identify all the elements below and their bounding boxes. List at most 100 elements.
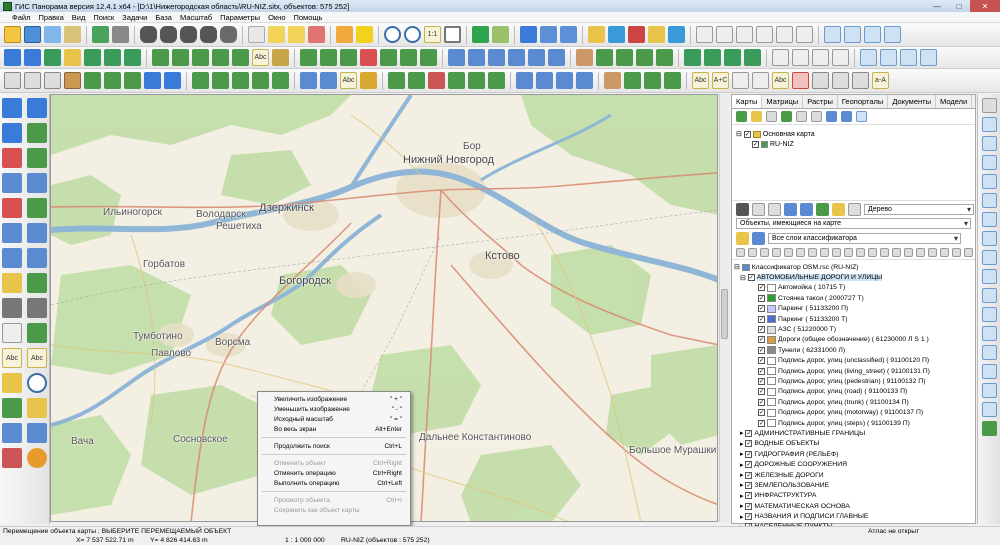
cls-tool-icon[interactable] (856, 248, 865, 257)
grid-tool-icon[interactable] (824, 26, 841, 43)
scale-object-icon[interactable] (340, 49, 357, 66)
binoculars-filter-icon[interactable] (200, 26, 217, 43)
arc-tool-icon[interactable] (796, 26, 813, 43)
legend-settings-icon[interactable] (848, 202, 861, 216)
layer-row-expanded[interactable]: ⊟ ✓ АВТОМОБИЛЬНЫЕ ДОРОГИ И УЛИЦЫ (734, 272, 973, 282)
vertex-icon[interactable] (27, 173, 47, 193)
collapse-icon[interactable]: ⊟ (740, 274, 746, 282)
object-checkbox[interactable]: ✓ (758, 367, 765, 375)
edit-vertex-icon[interactable] (44, 49, 61, 66)
node-icon[interactable] (860, 49, 877, 66)
minimize-button[interactable]: — (926, 0, 948, 12)
left-text2-button[interactable]: Abc (27, 348, 47, 368)
node-split-icon[interactable] (900, 49, 917, 66)
pencil-icon[interactable] (588, 26, 605, 43)
curve-icon[interactable] (772, 49, 789, 66)
convert-icon[interactable] (27, 323, 47, 343)
panel-tool-icon[interactable] (981, 174, 997, 189)
object-checkbox[interactable]: ✓ (758, 315, 765, 323)
cls-tool-icon[interactable] (808, 248, 817, 257)
legend-view-icon[interactable] (736, 202, 749, 216)
pen-icon[interactable] (2, 98, 22, 118)
snap-icon[interactable] (448, 49, 465, 66)
mirror-object-icon[interactable] (320, 49, 337, 66)
clip-icon[interactable] (724, 49, 741, 66)
rectangle-icon[interactable] (212, 72, 229, 89)
text-path-icon[interactable] (732, 72, 749, 89)
rotate-object-icon[interactable] (232, 49, 249, 66)
graph-line-icon[interactable] (300, 72, 317, 89)
layer-checkbox[interactable]: ✓ (745, 481, 753, 489)
layer-checkbox[interactable]: ✓ (745, 429, 753, 437)
text-case-button[interactable]: Abc (772, 72, 789, 89)
map-vertical-scrollbar[interactable] (719, 94, 729, 522)
smooth-icon[interactable] (596, 49, 613, 66)
cross-icon[interactable] (536, 72, 553, 89)
legend-expand-icon[interactable] (784, 202, 797, 216)
select-icon[interactable] (248, 26, 265, 43)
line-tool-icon[interactable] (696, 26, 713, 43)
tab-models[interactable]: Модели (936, 95, 973, 108)
envelope-icon[interactable] (576, 49, 593, 66)
panel-tool-icon[interactable] (981, 345, 997, 360)
layer-row[interactable]: ▸ ✓ ДОРОЖНЫЕ СООРУЖЕНИЯ (734, 459, 973, 469)
split-icon[interactable] (2, 173, 22, 193)
expand-icon[interactable]: ▸ (740, 513, 743, 521)
globe-icon[interactable] (44, 26, 61, 43)
layer-row[interactable]: ▸ ✓ ИНФРАСТРУКТУРА (734, 491, 973, 501)
pin-icon[interactable] (608, 26, 625, 43)
layer-checkbox[interactable]: ✓ (745, 440, 753, 448)
menu-window[interactable]: Окно (264, 12, 289, 23)
ring-icon[interactable] (252, 72, 269, 89)
move-vertex-icon[interactable] (84, 49, 101, 66)
unlink-icon[interactable] (408, 72, 425, 89)
legend-check-icon[interactable] (816, 202, 829, 216)
intersect-icon[interactable] (556, 72, 573, 89)
object-checkbox[interactable]: ✓ (758, 294, 765, 302)
calendar-icon[interactable] (2, 448, 22, 468)
layer-row[interactable]: ▸ ✓ ЗЕМЛЕПОЛЬЗОВАНИЕ (734, 480, 973, 490)
object-row[interactable]: ✓ Подпись дорог, улиц (road) ( 91100133 П… (734, 387, 973, 397)
snap-vertex-icon[interactable] (468, 49, 485, 66)
checkmark-icon[interactable] (472, 26, 489, 43)
object-row[interactable]: ✓ АЗС ( 51220000 Т) (734, 324, 973, 334)
extrude-icon[interactable] (488, 72, 505, 89)
panel-tool-icon[interactable] (981, 212, 997, 227)
angle-icon[interactable] (24, 72, 41, 89)
reverse-icon[interactable] (656, 49, 673, 66)
object-row[interactable]: ✓ Паркинг ( 51133200 П) (734, 304, 973, 314)
tab-documents[interactable]: Документы (888, 95, 936, 108)
label-place-icon[interactable] (2, 373, 22, 393)
lightning-icon[interactable] (356, 26, 373, 43)
cls-tool-icon[interactable] (940, 248, 949, 257)
properties-icon[interactable] (64, 26, 81, 43)
sub-object-icon[interactable] (684, 49, 701, 66)
mail-icon[interactable] (604, 72, 621, 89)
layers-filter-select[interactable]: Все слои классификатора (768, 233, 961, 244)
expand-icon[interactable]: ▸ (740, 471, 743, 479)
question-icon[interactable] (2, 148, 22, 168)
polyline-tool-icon[interactable] (716, 26, 733, 43)
layers-icon[interactable] (92, 26, 109, 43)
arc-icon[interactable] (812, 49, 829, 66)
cls-tool-icon[interactable] (916, 248, 925, 257)
snap-grid-icon[interactable] (528, 49, 545, 66)
object-checkbox[interactable]: ✓ (758, 398, 765, 406)
menu-parameters[interactable]: Параметры (216, 12, 264, 23)
classifier-root[interactable]: ⊟ Классификатор OSM.rsc (RU-NIZ) (734, 262, 973, 272)
maps-tree-root[interactable]: ⊟ ✓ Основная карта (736, 129, 971, 139)
shrink-icon[interactable] (468, 72, 485, 89)
rotate-icon[interactable] (2, 298, 22, 318)
object-row[interactable]: ✓ Подпись дорог, улиц (steps) ( 91100139 … (734, 418, 973, 428)
graph-node-icon[interactable] (320, 72, 337, 89)
map-remove-icon[interactable] (811, 111, 822, 122)
panel-tool-icon[interactable] (981, 231, 997, 246)
open-map-icon[interactable] (751, 111, 762, 122)
layer-list-icon[interactable] (752, 232, 765, 245)
buffer-object-icon[interactable] (420, 49, 437, 66)
area-icon[interactable] (124, 72, 141, 89)
collapse-icon[interactable]: ⊟ (734, 263, 740, 271)
lamp-icon[interactable] (648, 26, 665, 43)
context-menu-item[interactable]: Увеличить изображение " + " (258, 394, 410, 404)
layer-checkbox[interactable]: ✓ (745, 502, 753, 510)
